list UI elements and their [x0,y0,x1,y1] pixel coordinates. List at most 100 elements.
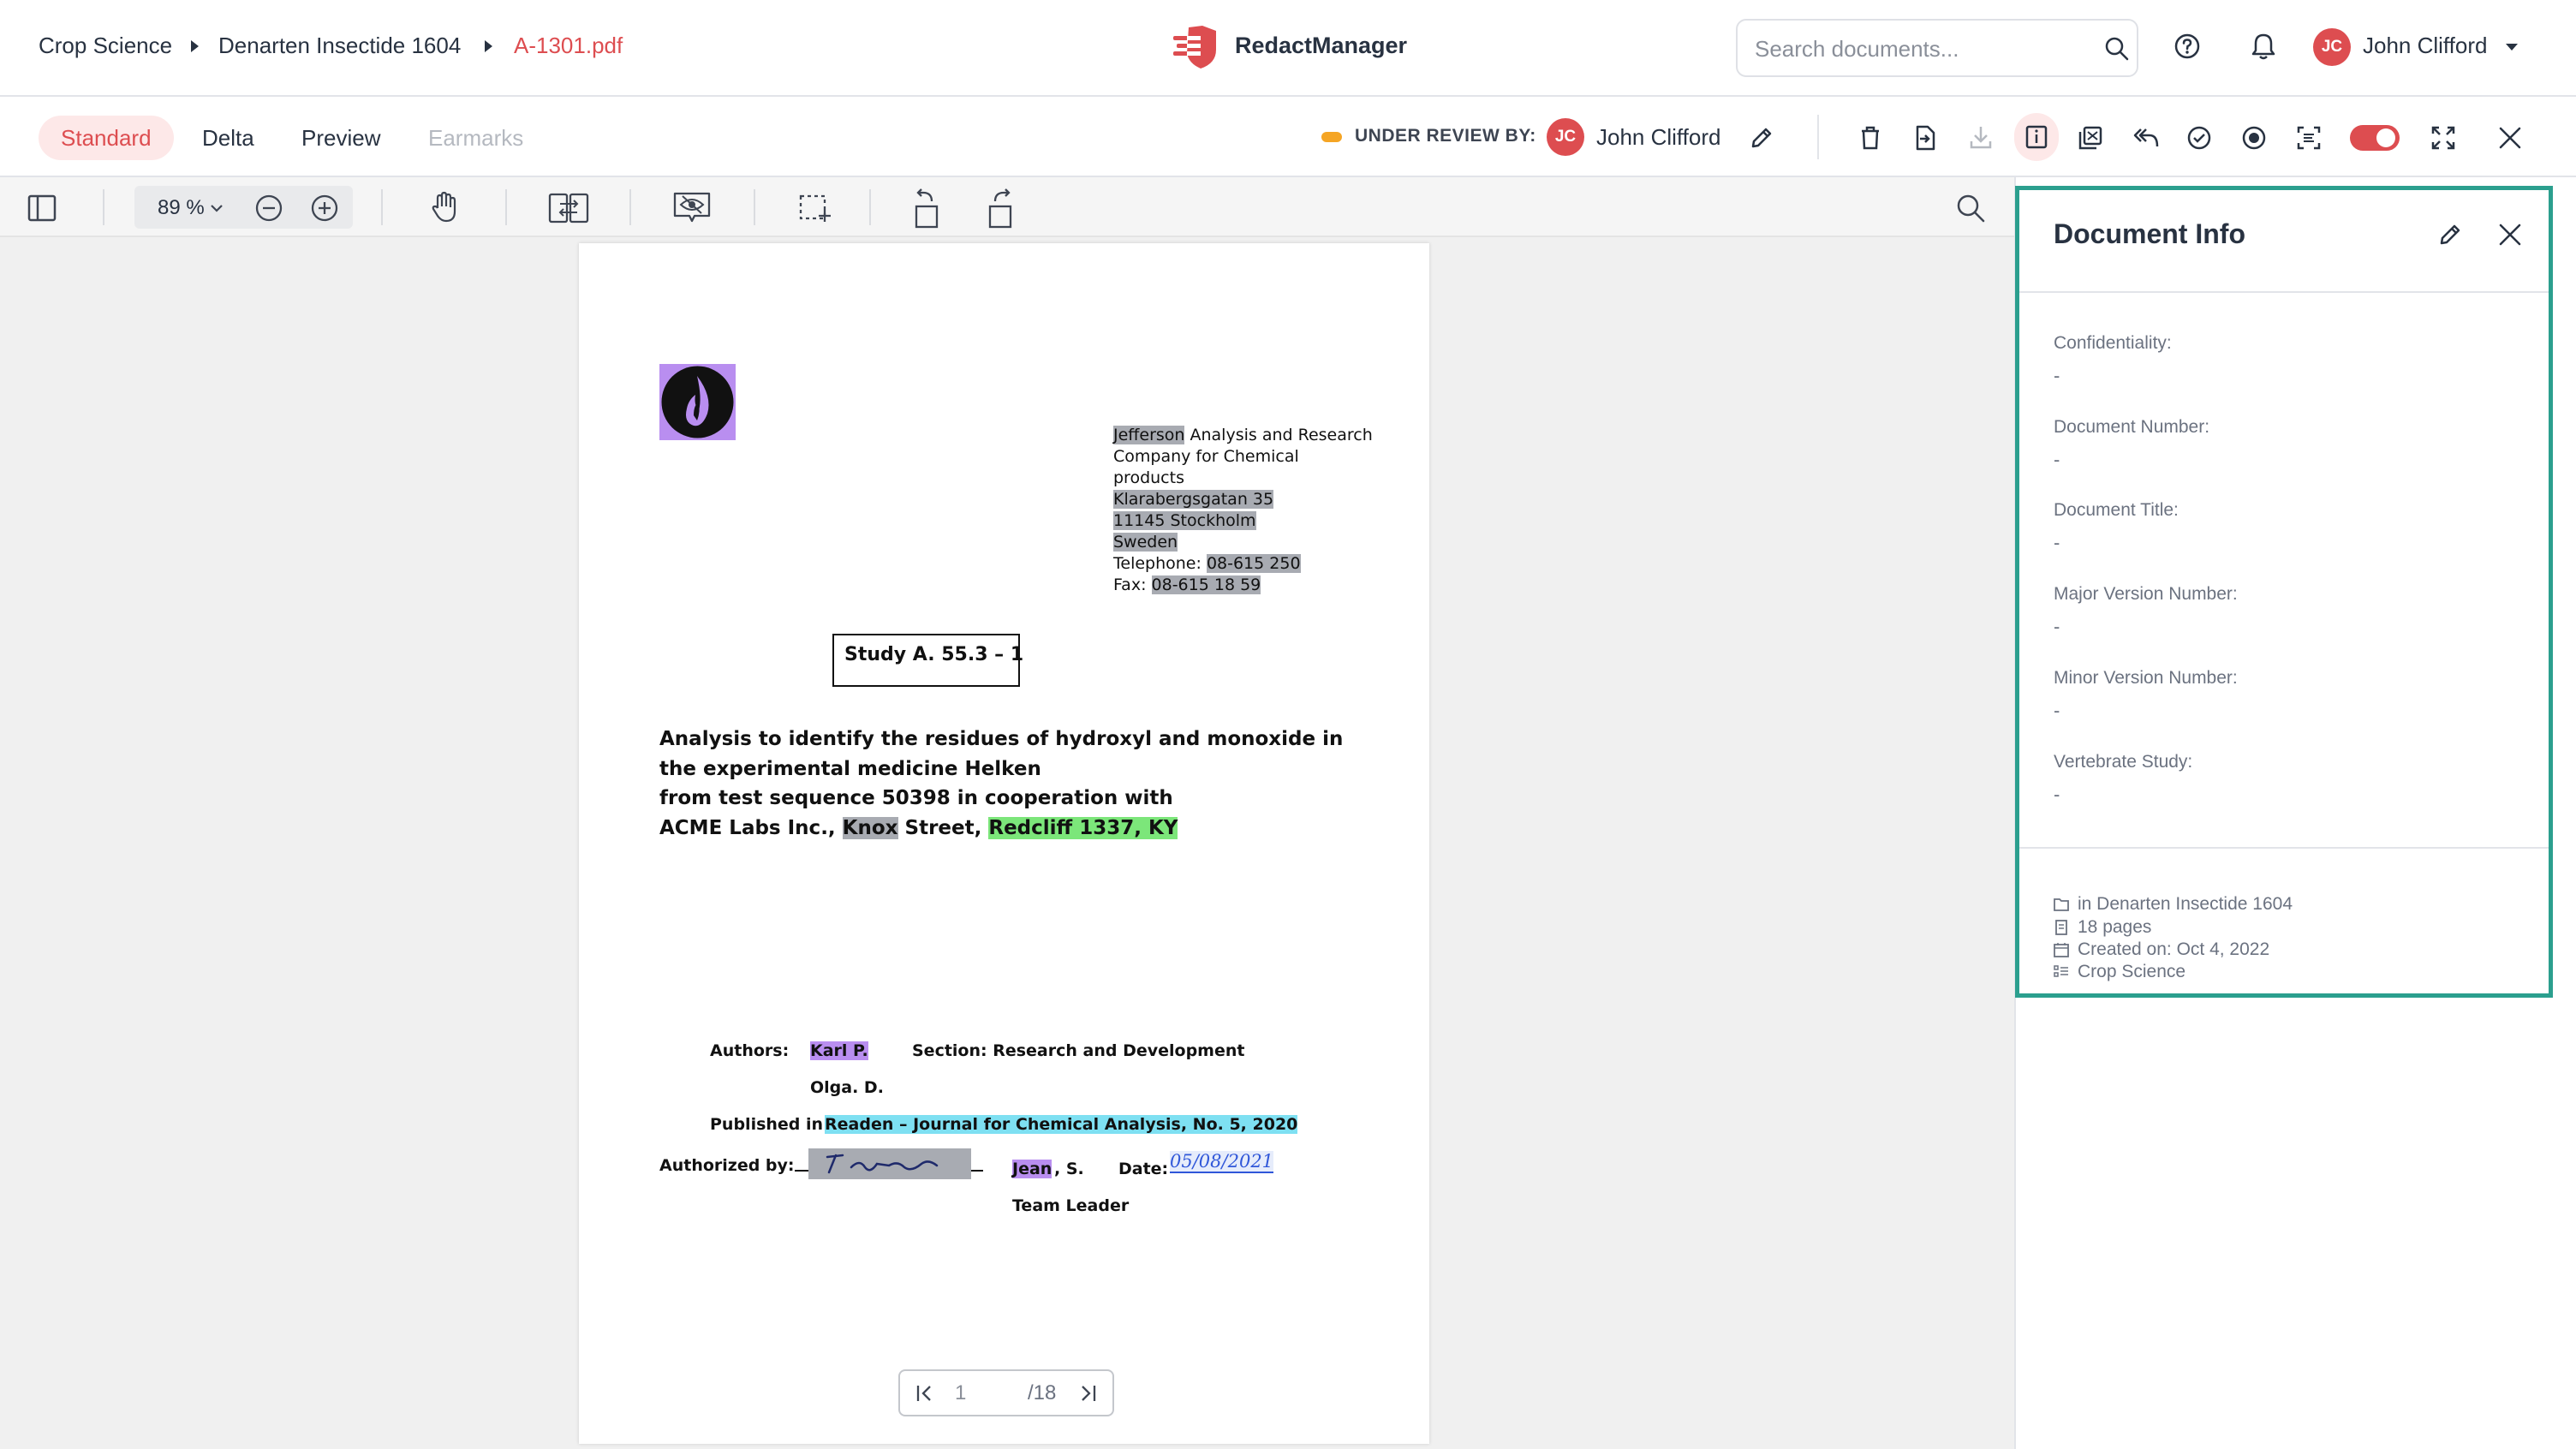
fullscreen-icon[interactable] [2430,125,2456,151]
field-value-confidentiality: - [2054,365,2060,386]
redacted-signature-image[interactable] [808,1148,971,1179]
search-icon[interactable] [2104,36,2130,62]
meta-folder: in Denarten Insectide 1604 [2054,894,2293,915]
redacted-fax[interactable]: 08-615 18 59 [1151,575,1261,594]
rotate-left-icon[interactable] [913,188,944,229]
toggle-redaction-preview-icon[interactable] [672,191,712,224]
app-name: RedactManager [1235,33,1408,58]
field-label-major-version: Major Version Number: [2054,584,2238,604]
edit-reviewer-pencil-icon[interactable] [1749,125,1774,151]
zoom-out-icon[interactable] [254,194,283,223]
redacted-telephone[interactable]: 08-615 250 [1206,554,1301,573]
excluded-pages-icon[interactable] [2078,125,2103,151]
rotate-right-icon[interactable] [983,188,1014,229]
redacted-author-1[interactable]: Karl P. [810,1041,868,1060]
field-value-vertebrate-study: - [2054,784,2060,805]
document-info-icon [2025,125,2048,149]
document-title-block: Analysis to identify the residues of hyd… [659,728,1344,839]
panel-divider [2019,847,2549,849]
toggle-thumbnails-icon[interactable] [27,194,57,222]
rectangle-selection-icon[interactable] [799,193,832,224]
viewer-toolbar: 89 % [0,177,2014,237]
redacted-street[interactable]: Klarabergsgatan 35 [1113,490,1274,509]
search-input[interactable] [1755,34,2080,63]
pages-icon [2055,920,2067,935]
help-icon[interactable] [2174,33,2201,60]
user-name[interactable]: John Clifford [2363,33,2488,59]
meta-pages: 18 pages [2054,917,2151,938]
authorized-by-label: Authorized by: [659,1156,795,1175]
signer-role: Team Leader [1012,1196,1130,1215]
pan-hand-icon[interactable] [430,191,459,224]
close-file-icon[interactable] [2497,125,2523,151]
breadcrumb-dossier-template[interactable]: Crop Science [39,33,172,59]
reviewer-avatar: JC [1547,118,1584,156]
pdf-page[interactable]: Jefferson Analysis and Research Company … [579,243,1429,1444]
handwritten-date-highlight[interactable]: 05/08/2021 [1170,1151,1274,1173]
user-avatar[interactable]: JC [2313,28,2351,66]
delete-trash-icon[interactable] [1858,125,1882,151]
toolbar-divider [869,189,871,225]
field-value-document-number: - [2054,449,2060,470]
panel-title: Document Info [2054,218,2245,249]
redacted-country[interactable]: Sweden [1113,533,1178,552]
redacted-street-name[interactable]: Knox [842,816,898,839]
toolbar-divider [1817,115,1819,159]
assign-file-icon[interactable] [1913,124,1937,152]
edit-info-pencil-icon[interactable] [2437,222,2463,247]
search-in-document-icon[interactable] [1955,193,1986,224]
field-value-minor-version: - [2054,700,2060,721]
zoom-select[interactable]: 89 % [134,186,353,229]
search-documents-box[interactable] [1736,19,2138,77]
download-icon [1968,124,1994,150]
field-label-document-title: Document Title: [2054,500,2179,520]
panel-divider [2019,291,2549,293]
hint-address-highlight[interactable]: Redcliff 1337, KY [988,816,1178,839]
tab-standard[interactable]: Standard [39,116,174,160]
status-label: UNDER REVIEW BY: [1355,126,1536,146]
redacted-company-name[interactable]: Jefferson [1113,426,1185,444]
tab-delta[interactable]: Delta [180,116,277,160]
approve-check-icon[interactable] [2186,125,2212,151]
redacted-city[interactable]: 11145 Stockholm [1113,511,1256,530]
field-label-confidentiality: Confidentiality: [2054,333,2172,353]
chevron-down-icon[interactable] [2506,44,2518,51]
breadcrumb-separator-icon [485,40,492,52]
compare-pages-icon[interactable] [548,193,589,224]
document-info-button[interactable] [2014,113,2059,161]
meta-dossier-template: Crop Science [2054,962,2185,982]
tab-preview[interactable]: Preview [279,116,402,160]
redacted-signer-name[interactable]: Jean [1012,1160,1052,1178]
undo-reply-icon[interactable] [2132,127,2160,149]
record-dot-icon[interactable] [2241,125,2267,151]
authors-label: Authors: [710,1041,790,1060]
breadcrumb-dossier[interactable]: Denarten Insectide 1604 [218,33,461,59]
field-value-document-title: - [2054,532,2060,553]
breadcrumb-file[interactable]: A-1301.pdf [514,33,623,59]
tab-earmarks: Earmarks [428,125,524,151]
notifications-bell-icon[interactable] [2251,33,2276,60]
redactmanager-logo-icon [1172,24,1219,70]
first-page-icon[interactable] [915,1383,934,1404]
ocr-scan-icon[interactable] [2296,125,2322,151]
date-label: Date: [1118,1160,1169,1178]
published-journal-highlight[interactable]: Readen – Journal for Chemical Analysis, … [825,1115,1298,1134]
calendar-icon [2054,943,2069,957]
zoom-in-icon[interactable] [310,194,339,223]
toggle-switch[interactable] [2350,125,2400,151]
toolbar-divider [103,189,104,225]
author-2: Olga. D. [810,1078,884,1097]
close-panel-icon[interactable] [2497,222,2523,247]
page-navigator: 1 /18 [898,1369,1114,1416]
chevron-down-icon [210,203,224,213]
current-page-input[interactable]: 1 [955,1381,966,1405]
reviewer-name: John Clifford [1596,124,1721,150]
meta-created: Created on: Oct 4, 2022 [2054,939,2269,960]
field-value-major-version: - [2054,616,2060,637]
field-label-document-number: Document Number: [2054,417,2210,437]
toolbar-divider [754,189,755,225]
last-page-icon[interactable] [1078,1383,1097,1404]
toolbar-divider [505,189,507,225]
template-list-icon [2054,965,2068,977]
sender-address-block: Jefferson Analysis and Research Company … [1113,426,1373,594]
